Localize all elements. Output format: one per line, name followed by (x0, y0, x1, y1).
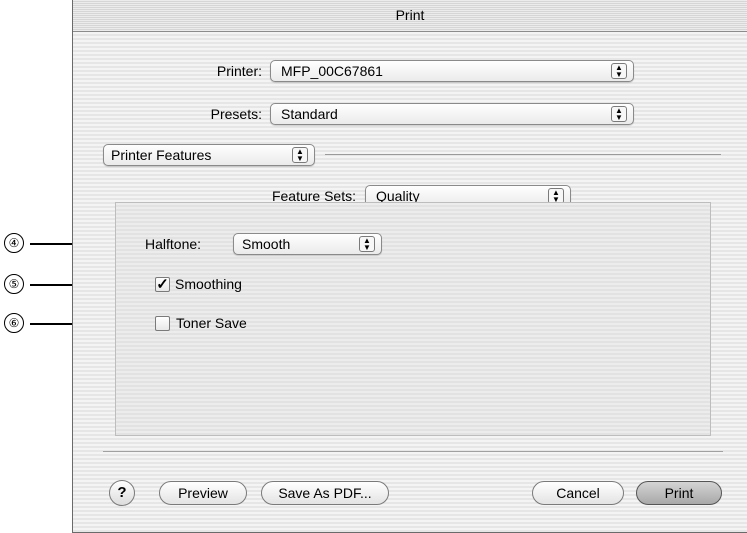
print-button[interactable]: Print (636, 481, 722, 505)
toner-save-label: Toner Save (176, 315, 247, 331)
panel-divider-line (325, 154, 721, 155)
button-separator (103, 451, 723, 452)
panel-selector-value: Printer Features (111, 147, 212, 163)
checkmark-icon: ✓ (156, 276, 169, 293)
window-title: Print (395, 7, 425, 23)
up-down-arrows-icon: ▲ ▼ (359, 236, 375, 252)
cancel-button[interactable]: Cancel (532, 481, 624, 505)
save-as-pdf-button[interactable]: Save As PDF... (261, 481, 389, 505)
presets-value: Standard (281, 106, 338, 122)
up-down-arrows-icon: ▲ ▼ (611, 106, 627, 122)
panel-selector-popup[interactable]: Printer Features ▲ ▼ (103, 144, 315, 166)
title-bar[interactable]: Print (73, 0, 747, 32)
help-button[interactable]: ? (109, 480, 135, 506)
halftone-label: Halftone: (145, 236, 202, 252)
up-down-arrows-icon: ▲ ▼ (611, 63, 627, 79)
presets-label: Presets: (210, 106, 262, 122)
printer-popup[interactable]: MFP_00C67861 ▲ ▼ (270, 60, 634, 82)
help-icon: ? (117, 484, 127, 501)
callout-number: ⑥ (4, 313, 24, 333)
print-dialog: Print Printer: MFP_00C67861 ▲ ▼ Presets: … (72, 0, 747, 533)
halftone-value: Smooth (242, 236, 291, 252)
smoothing-label: Smoothing (175, 276, 242, 292)
toner-save-checkbox[interactable] (155, 316, 170, 331)
up-down-arrows-icon: ▲ ▼ (292, 147, 308, 163)
presets-popup[interactable]: Standard ▲ ▼ (270, 103, 634, 125)
preview-button[interactable]: Preview (159, 481, 247, 505)
printer-label: Printer: (216, 63, 262, 79)
printer-value: MFP_00C67861 (281, 63, 383, 79)
callout-number: ⑤ (4, 274, 24, 294)
smoothing-checkbox[interactable]: ✓ (155, 277, 170, 292)
halftone-popup[interactable]: Smooth ▲ ▼ (233, 233, 382, 255)
callout-number: ④ (4, 233, 24, 253)
